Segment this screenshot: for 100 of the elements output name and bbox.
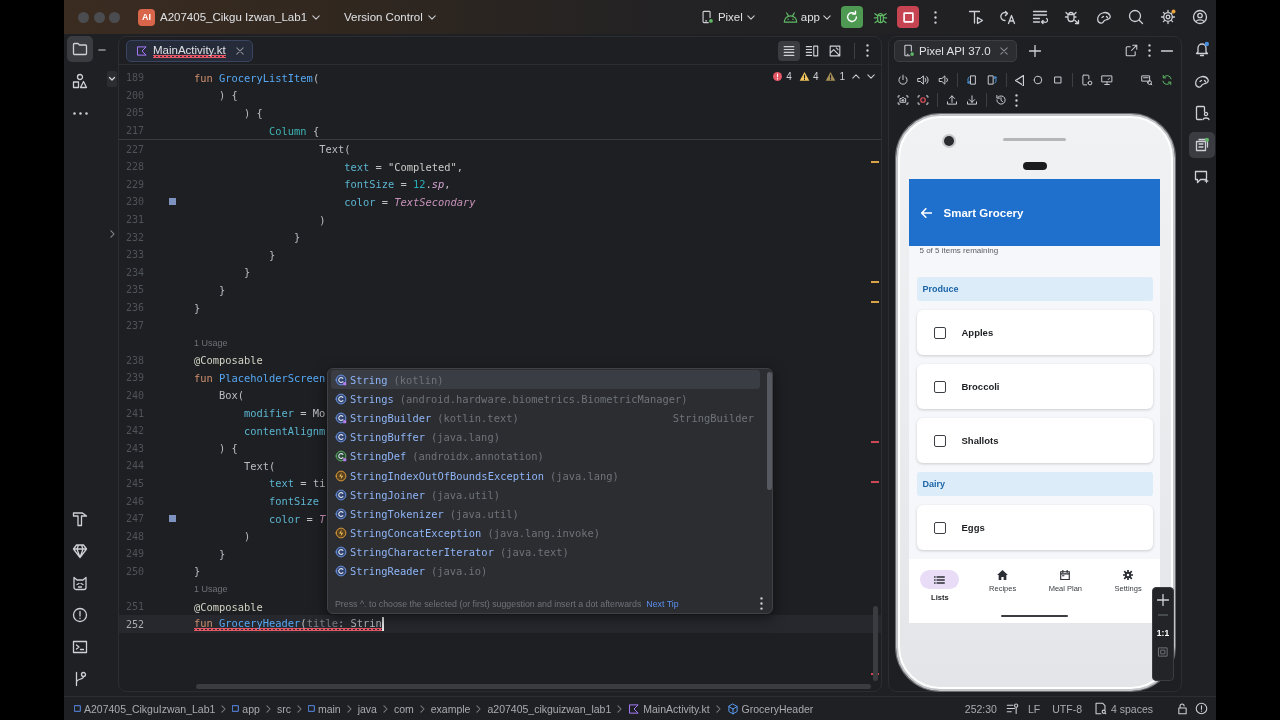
more-vertical-icon[interactable] <box>1148 44 1151 57</box>
more-vertical-icon[interactable] <box>1015 93 1018 107</box>
tool-window-button[interactable] <box>1189 132 1215 158</box>
rotate-right-icon[interactable] <box>986 74 998 86</box>
history-icon[interactable] <box>995 94 1007 106</box>
inspection-counter[interactable]: 4 <box>772 71 792 82</box>
scrollbar-thumb[interactable] <box>196 684 871 689</box>
plus-icon[interactable] <box>1157 594 1169 606</box>
chevron-down-icon[interactable] <box>107 71 117 87</box>
upload-icon[interactable] <box>946 94 958 106</box>
version-control-menu[interactable]: Version Control <box>344 9 436 25</box>
volume-up-icon[interactable] <box>917 74 929 86</box>
encoding-button[interactable]: UTF-8 <box>1049 702 1085 715</box>
next-tip-link[interactable]: Next Tip <box>646 598 679 609</box>
search-icon[interactable] <box>1128 9 1144 25</box>
close-icon[interactable] <box>999 46 1008 55</box>
code-line: ) { <box>219 442 238 455</box>
checkbox[interactable] <box>933 326 946 339</box>
back-arrow-icon[interactable] <box>920 207 932 218</box>
stop-button[interactable] <box>897 6 919 28</box>
more-vertical-icon[interactable] <box>866 44 869 57</box>
completion-item[interactable]: Strings (android.hardware.biometrics.BiometricManager) <box>331 389 760 409</box>
grocery-item-card[interactable]: Broccoli <box>916 364 1153 409</box>
cat-face-icon <box>72 575 88 591</box>
view-mode-button[interactable] <box>778 40 800 61</box>
breadcrumb[interactable]: GroceryHeader <box>726 702 814 715</box>
bot-icon[interactable] <box>1096 9 1112 25</box>
breadcrumb[interactable]: A207405_CikguIzwan_Lab1 <box>74 702 216 715</box>
settings-icon[interactable] <box>1160 9 1176 25</box>
screen-search-icon[interactable] <box>1141 74 1153 86</box>
breadcrumb[interactable]: app <box>232 702 260 715</box>
chevron-down-icon[interactable] <box>867 74 875 79</box>
code-line: modifier = Mo <box>244 407 326 420</box>
completion-item[interactable]: StringTokenizer (java.util) <box>331 504 760 524</box>
more-vertical-icon[interactable] <box>934 10 937 24</box>
completion-item[interactable]: StringReader (java.io) <box>331 561 760 582</box>
download-icon[interactable] <box>966 94 978 106</box>
close-icon[interactable] <box>235 46 244 55</box>
power-icon[interactable] <box>897 74 909 86</box>
breadcrumb[interactable]: example <box>430 702 471 715</box>
code-style-icon[interactable] <box>1005 702 1019 715</box>
record-icon[interactable] <box>917 94 929 106</box>
breadcrumb[interactable]: a207405_cikguizwan_lab1 <box>487 702 612 715</box>
usage-hint[interactable]: 1 Usage <box>194 337 228 348</box>
project-menu[interactable]: A207405_Cikgu Izwan_Lab1 <box>160 9 321 25</box>
external-window-icon[interactable] <box>1125 44 1138 57</box>
line-separator-button[interactable]: LF <box>1024 702 1044 715</box>
fit-screen-icon[interactable] <box>1157 646 1169 658</box>
inspection-counter[interactable]: 1 <box>825 71 845 82</box>
completion-item[interactable]: StringIndexOutOfBoundsException (java.lang) <box>331 465 760 486</box>
chevron-right-icon[interactable] <box>110 230 115 238</box>
lines-arrow-icon[interactable] <box>1032 9 1048 25</box>
breadcrumb[interactable]: src <box>276 702 291 715</box>
completion-item[interactable]: StringBuffer (java.lang) <box>331 427 760 447</box>
completion-item[interactable]: StringBuilder (kotlin.text) StringBuilder <box>331 408 760 428</box>
completion-item[interactable]: StringJoiner (java.util) <box>331 485 760 505</box>
screenshot-icon[interactable] <box>897 94 909 106</box>
volume-down-icon[interactable] <box>937 74 949 86</box>
rerun-button[interactable] <box>841 6 863 28</box>
checkbox[interactable] <box>933 380 946 393</box>
completion-item[interactable]: StringDef (androidx.annotation) <box>331 446 760 466</box>
chevron-up-icon[interactable] <box>852 74 860 79</box>
breadcrumb[interactable]: main <box>307 702 341 715</box>
lock-icon[interactable] <box>1176 702 1189 715</box>
sync-icon[interactable] <box>1161 74 1173 86</box>
bug-arrow-icon[interactable] <box>1064 9 1080 25</box>
scrollbar-thumb[interactable] <box>873 606 878 681</box>
inspection-counter[interactable]: 4 <box>798 71 819 82</box>
run-configuration-selector[interactable]: app <box>782 9 831 25</box>
grocery-item-card[interactable]: Eggs <box>916 505 1153 550</box>
more-vertical-icon[interactable] <box>760 597 763 610</box>
usage-hint[interactable]: 1 Usage <box>194 584 228 594</box>
breadcrumb[interactable]: com <box>393 702 414 715</box>
scrollbar-thumb[interactable] <box>767 372 772 490</box>
rotate-left-icon[interactable] <box>966 74 978 86</box>
display-icon[interactable] <box>1101 74 1113 86</box>
grocery-item-card[interactable]: Shallots <box>916 418 1153 463</box>
editor-tab[interactable]: MainActivity.kt <box>126 39 253 62</box>
refresh-text-icon[interactable] <box>1000 9 1016 25</box>
device-selector[interactable]: Pixel <box>699 8 755 26</box>
plus-icon[interactable] <box>1028 44 1041 57</box>
breadcrumb[interactable]: MainActivity.kt <box>628 702 710 715</box>
checkbox[interactable] <box>933 434 946 447</box>
tool-window-button[interactable] <box>67 36 93 62</box>
zoom-reset-button[interactable]: 1:1 <box>1156 628 1170 638</box>
checkbox[interactable] <box>933 521 946 534</box>
home-icon[interactable] <box>1032 74 1044 86</box>
completion-item[interactable]: StringCharacterIterator (java.text) <box>331 542 760 562</box>
completion-item[interactable]: StringConcatException (java.lang.invoke) <box>331 523 760 543</box>
account-icon[interactable] <box>1192 9 1208 25</box>
breadcrumb[interactable]: java <box>357 702 377 715</box>
minimize-icon[interactable] <box>1161 49 1173 52</box>
play-tool-icon[interactable] <box>968 9 984 25</box>
indent-button[interactable]: 4 spaces <box>1090 702 1156 715</box>
device-tab[interactable]: Pixel API 37.0 <box>894 39 1017 62</box>
back-icon[interactable] <box>1015 74 1024 86</box>
caret-position[interactable]: 252:30 <box>961 702 1000 715</box>
overview-icon[interactable] <box>1052 74 1064 86</box>
grocery-item-card[interactable]: Apples <box>916 310 1153 355</box>
line-number: 252 <box>125 618 144 630</box>
